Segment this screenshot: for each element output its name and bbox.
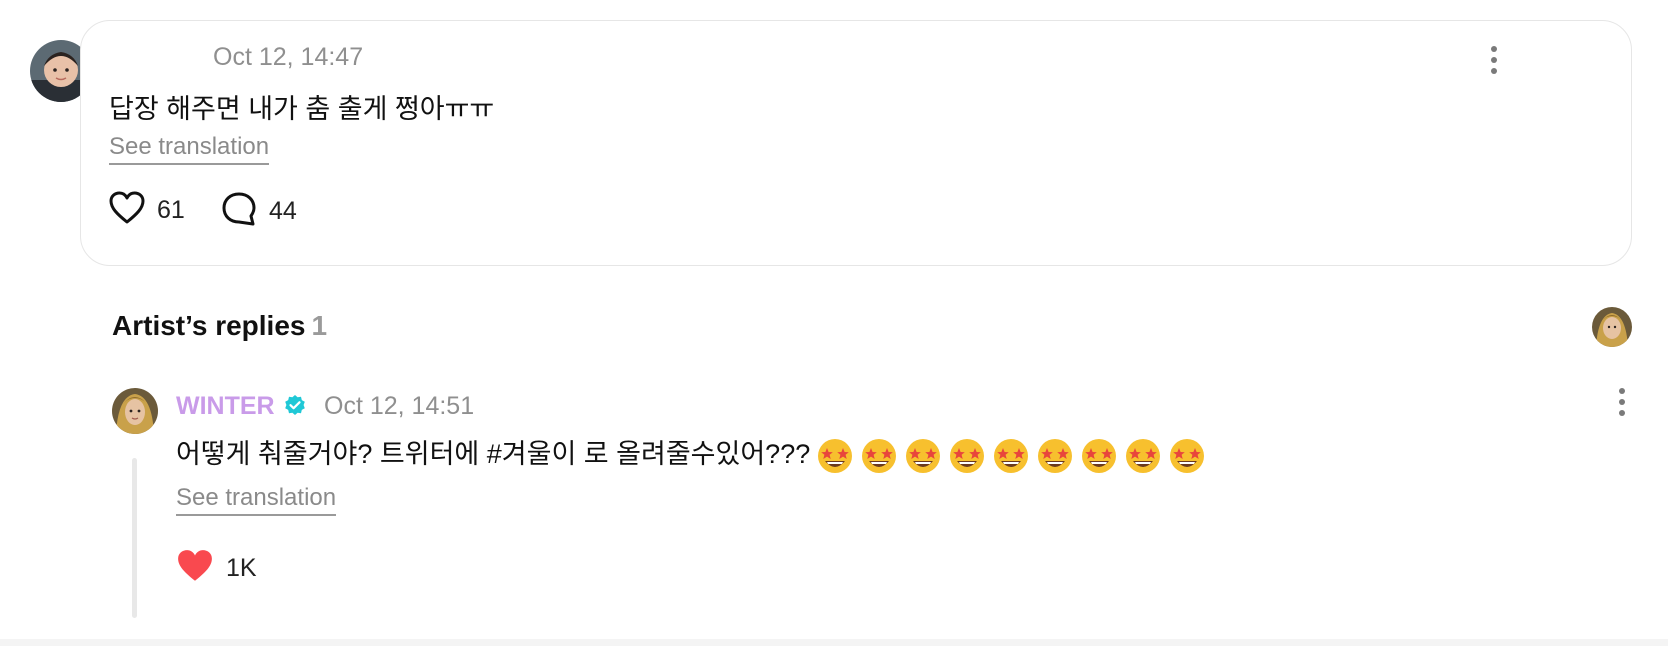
- reply-timestamp: Oct 12, 14:51: [324, 392, 475, 420]
- like-count: 61: [157, 196, 185, 224]
- verified-badge-icon: [283, 394, 307, 418]
- star-struck-emoji: [1038, 438, 1073, 473]
- star-struck-emoji: [950, 438, 985, 473]
- star-struck-emoji: [994, 438, 1029, 473]
- post-text: 답장 해주면 내가 춤 출게 쩡아ㅠㅠ: [109, 94, 495, 124]
- artist-avatar[interactable]: [112, 388, 158, 434]
- comment-count: 44: [269, 197, 297, 225]
- star-struck-emoji: [1126, 438, 1161, 473]
- reply-more-vertical-icon[interactable]: [1615, 387, 1629, 417]
- post-card: Oct 12, 14:47 답장 해주면 내가 춤 출게 쩡아ㅠㅠ See tr…: [80, 20, 1632, 266]
- star-struck-emoji: [1082, 438, 1117, 473]
- star-struck-emoji-row: [816, 437, 1206, 475]
- star-struck-emoji: [906, 438, 941, 473]
- star-struck-emoji: [818, 438, 853, 473]
- reply-see-translation-link[interactable]: See translation: [176, 484, 337, 516]
- heart-outline-icon: [109, 191, 145, 230]
- divider: [0, 639, 1668, 646]
- see-translation-link[interactable]: See translation: [109, 133, 270, 165]
- artist-replies-title: Artist’s replies: [112, 310, 306, 341]
- star-struck-emoji: [1170, 438, 1205, 473]
- like-button[interactable]: 61: [109, 191, 185, 230]
- reply-text: 어떻게 춰줄거야? 트위터에 #겨울이 로 올려줄수있어???: [176, 439, 811, 469]
- reply-like-count: 1K: [226, 554, 257, 582]
- more-vertical-icon[interactable]: [1487, 45, 1501, 75]
- artist-name[interactable]: WINTER: [176, 392, 275, 421]
- thread-line: [132, 458, 137, 618]
- reply-text-row: 어떻게 춰줄거야? 트위터에 #겨울이 로 올려줄수있어???: [176, 432, 1206, 475]
- artist-avatar-small[interactable]: [1592, 307, 1632, 347]
- artist-replies-count: 1: [311, 310, 328, 341]
- artist-replies-heading: Artist’s replies 1: [112, 310, 327, 342]
- comment-bubble-icon: [221, 191, 257, 232]
- heart-filled-icon: [176, 548, 214, 589]
- reply-like-button[interactable]: 1K: [176, 548, 257, 589]
- post-timestamp: Oct 12, 14:47: [213, 43, 364, 71]
- comment-button[interactable]: 44: [221, 191, 297, 232]
- star-struck-emoji: [862, 438, 897, 473]
